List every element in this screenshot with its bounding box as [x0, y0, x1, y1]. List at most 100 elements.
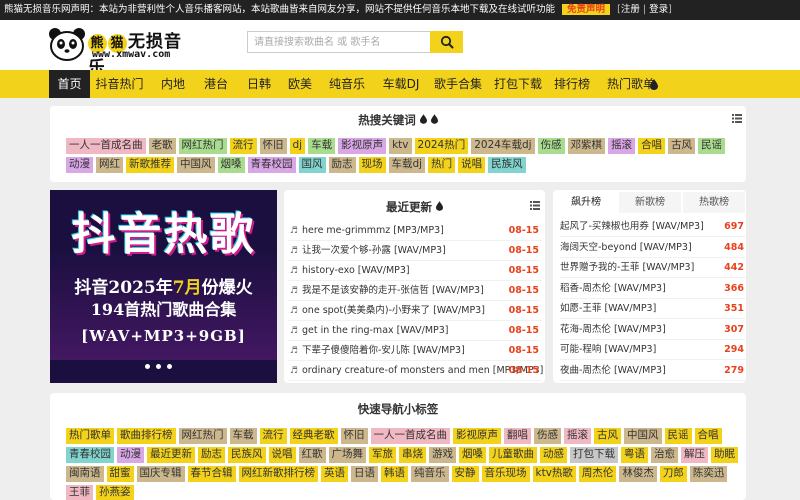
register-link[interactable]: 注册	[621, 4, 640, 15]
quick-nav-tag[interactable]: 日语	[351, 466, 378, 482]
quick-nav-tag[interactable]: 串烧	[399, 447, 426, 463]
recent-item[interactable]: ♬ here me-grimmmz [MP3/MP3] 08-15	[288, 221, 541, 241]
nav-western[interactable]: 欧美	[280, 70, 320, 98]
hot-keyword-tag[interactable]: dj	[289, 138, 306, 154]
quick-nav-tag[interactable]: 经典老歌	[289, 428, 338, 444]
quick-nav-tag[interactable]: 陈奕迅	[689, 466, 728, 482]
hot-keyword-tag[interactable]: 国风	[298, 157, 326, 173]
quick-nav-tag[interactable]: 中国风	[624, 428, 662, 444]
rank-item[interactable]: 起风了-买辣椒也用券 [WAV/MP3] 697	[560, 217, 746, 237]
hot-keyword-tag[interactable]: 民谣	[698, 138, 726, 154]
quick-nav-tag[interactable]: 安静	[451, 466, 479, 482]
quick-nav-tag[interactable]: 韩语	[381, 466, 408, 482]
quick-nav-tag[interactable]: 车载	[229, 428, 257, 444]
hot-keyword-tag[interactable]: 伤感	[537, 138, 565, 154]
quick-nav-tag[interactable]: 励志	[198, 447, 225, 463]
quick-nav-tag[interactable]: 民族风	[228, 447, 266, 463]
nav-mainland[interactable]: 内地	[153, 70, 193, 98]
hot-keyword-tag[interactable]: 动漫	[66, 157, 93, 173]
hot-keyword-tag[interactable]: 车载dj	[388, 157, 426, 173]
hot-keyword-tag[interactable]: 车载	[308, 138, 336, 154]
hot-keyword-tag[interactable]: 古风	[668, 138, 696, 154]
rank-item[interactable]: 海阔天空-beyond [WAV/MP3] 484	[560, 238, 746, 258]
rank-item[interactable]: 花海-周杰伦 [WAV/MP3] 307	[560, 320, 746, 340]
hot-keyword-tag[interactable]: 2024车载dj	[471, 138, 535, 154]
quick-nav-tag[interactable]: 古风	[594, 428, 621, 444]
hot-keyword-tag[interactable]: 励志	[328, 157, 356, 173]
nav-hktw[interactable]: 港台	[196, 70, 236, 98]
quick-nav-tag[interactable]: 孙燕姿	[96, 485, 134, 500]
hot-keyword-tag[interactable]: 流行	[229, 138, 257, 154]
hot-keyword-tag[interactable]: 2024热门	[414, 138, 469, 154]
list-icon[interactable]	[732, 114, 742, 123]
nav-charts[interactable]: 排行榜	[550, 70, 594, 98]
promo-banner[interactable]: 抖音热歌 抖音2025年7月份爆火 194首热门歌曲合集 [WAV+MP3+9G…	[50, 190, 277, 383]
hot-keyword-tag[interactable]: 青春校园	[247, 157, 296, 173]
quick-nav-tag[interactable]: 军旅	[369, 447, 396, 463]
slider-dot[interactable]	[167, 364, 172, 369]
quick-nav-tag[interactable]: 伤感	[534, 428, 561, 444]
hot-keyword-tag[interactable]: 网红热门	[178, 138, 227, 154]
quick-nav-tag[interactable]: 纯音乐	[411, 466, 449, 482]
quick-nav-tag[interactable]: 一人一首成名曲	[370, 428, 450, 444]
quick-nav-tag[interactable]: 最近更新	[147, 447, 195, 463]
hot-keyword-tag[interactable]: ktv	[389, 138, 412, 154]
quick-nav-tag[interactable]: 民谣	[664, 428, 692, 444]
recent-item[interactable]: ♬ one spot(美美桑内)-小野来了 [WAV/MP3] 08-15	[288, 301, 541, 321]
quick-nav-tag[interactable]: 广场舞	[328, 447, 366, 463]
quick-nav-tag[interactable]: 闽南语	[66, 466, 104, 482]
site-logo[interactable]: 熊猫无损音乐 www.xmwav.com	[48, 25, 198, 78]
quick-nav-tag[interactable]: 解压	[681, 447, 708, 463]
hot-keyword-tag[interactable]: 说唱	[458, 157, 486, 173]
hot-keyword-tag[interactable]: 合唱	[638, 138, 666, 154]
hot-keyword-tag[interactable]: 网红	[96, 157, 123, 173]
hot-keyword-tag[interactable]: 影视原声	[338, 138, 387, 154]
quick-nav-tag[interactable]: 助眠	[711, 447, 738, 463]
login-link[interactable]: 登录	[649, 4, 668, 15]
hot-keyword-tag[interactable]: 怀旧	[259, 138, 287, 154]
quick-nav-tag[interactable]: 网红新歌排行榜	[238, 466, 318, 482]
search-input[interactable]	[247, 31, 431, 53]
recent-item[interactable]: ♬ 下辈子傻傻陪着你-安儿陈 [WAV/MP3] 08-15	[288, 341, 541, 361]
rank-item[interactable]: 夜曲-周杰伦 [WAV/MP3] 279	[560, 361, 746, 381]
quick-nav-tag[interactable]: 国庆专辑	[136, 466, 185, 482]
recent-item[interactable]: ♬ 我是不是该安静的走开-张信哲 [WAV/MP3] 08-15	[288, 281, 541, 301]
quick-nav-tag[interactable]: 儿童歌曲	[489, 447, 537, 463]
quick-nav-tag[interactable]: 怀旧	[340, 428, 368, 444]
quick-nav-tag[interactable]: 网红热门	[178, 428, 227, 444]
quick-nav-tag[interactable]: 动漫	[117, 447, 144, 463]
nav-artist-collections[interactable]: 歌手合集	[430, 70, 486, 98]
quick-nav-tag[interactable]: 春节合辑	[187, 466, 236, 482]
tab-new[interactable]: 新歌榜	[619, 192, 681, 213]
quick-nav-tag[interactable]: 合唱	[694, 428, 722, 444]
quick-nav-tag[interactable]: ktv热歌	[532, 466, 576, 482]
quick-nav-tag[interactable]: 热门歌单	[66, 428, 114, 444]
nav-bulk-download[interactable]: 打包下载	[490, 70, 546, 98]
quick-nav-tag[interactable]: 烟嗓	[459, 447, 486, 463]
quick-nav-tag[interactable]: 说唱	[268, 447, 296, 463]
hot-keyword-tag[interactable]: 一人一首成名曲	[66, 138, 146, 154]
recent-item[interactable]: ♬ 让我一次爱个够-孙露 [WAV/MP3] 08-15	[288, 241, 541, 261]
quick-nav-tag[interactable]: 音乐现场	[481, 466, 530, 482]
quick-nav-tag[interactable]: 治愈	[651, 447, 678, 463]
list-icon[interactable]	[530, 201, 540, 210]
rank-item[interactable]: 稻香-周杰伦 [WAV/MP3] 366	[560, 279, 746, 299]
quick-nav-tag[interactable]: 流行	[259, 428, 287, 444]
nav-jpkr[interactable]: 日韩	[239, 70, 279, 98]
quick-nav-tag[interactable]: 英语	[321, 466, 348, 482]
nav-car-dj[interactable]: 车载DJ	[376, 70, 426, 98]
quick-nav-tag[interactable]: 红歌	[298, 447, 326, 463]
tab-rising[interactable]: 飙升榜	[555, 192, 617, 213]
search-button[interactable]	[430, 31, 463, 53]
quick-nav-tag[interactable]: 甜蜜	[106, 466, 134, 482]
hot-keyword-tag[interactable]: 民族风	[488, 157, 526, 173]
quick-nav-tag[interactable]: 周杰伦	[578, 466, 617, 482]
rank-item[interactable]: 可能-程响 [WAV/MP3] 294	[560, 340, 746, 360]
nav-instrumental[interactable]: 纯音乐	[322, 70, 372, 98]
nav-douyin[interactable]: 抖音热门	[92, 70, 147, 98]
recent-item[interactable]: ♬ get in the ring-max [WAV/MP3] 08-15	[288, 321, 541, 341]
quick-nav-tag[interactable]: 青春校园	[66, 447, 114, 463]
recent-item[interactable]: ♬ ordinary creature-of monsters and men […	[288, 361, 543, 381]
hot-keyword-tag[interactable]: 老歌	[148, 138, 176, 154]
quick-nav-tag[interactable]: 林俊杰	[619, 466, 657, 482]
